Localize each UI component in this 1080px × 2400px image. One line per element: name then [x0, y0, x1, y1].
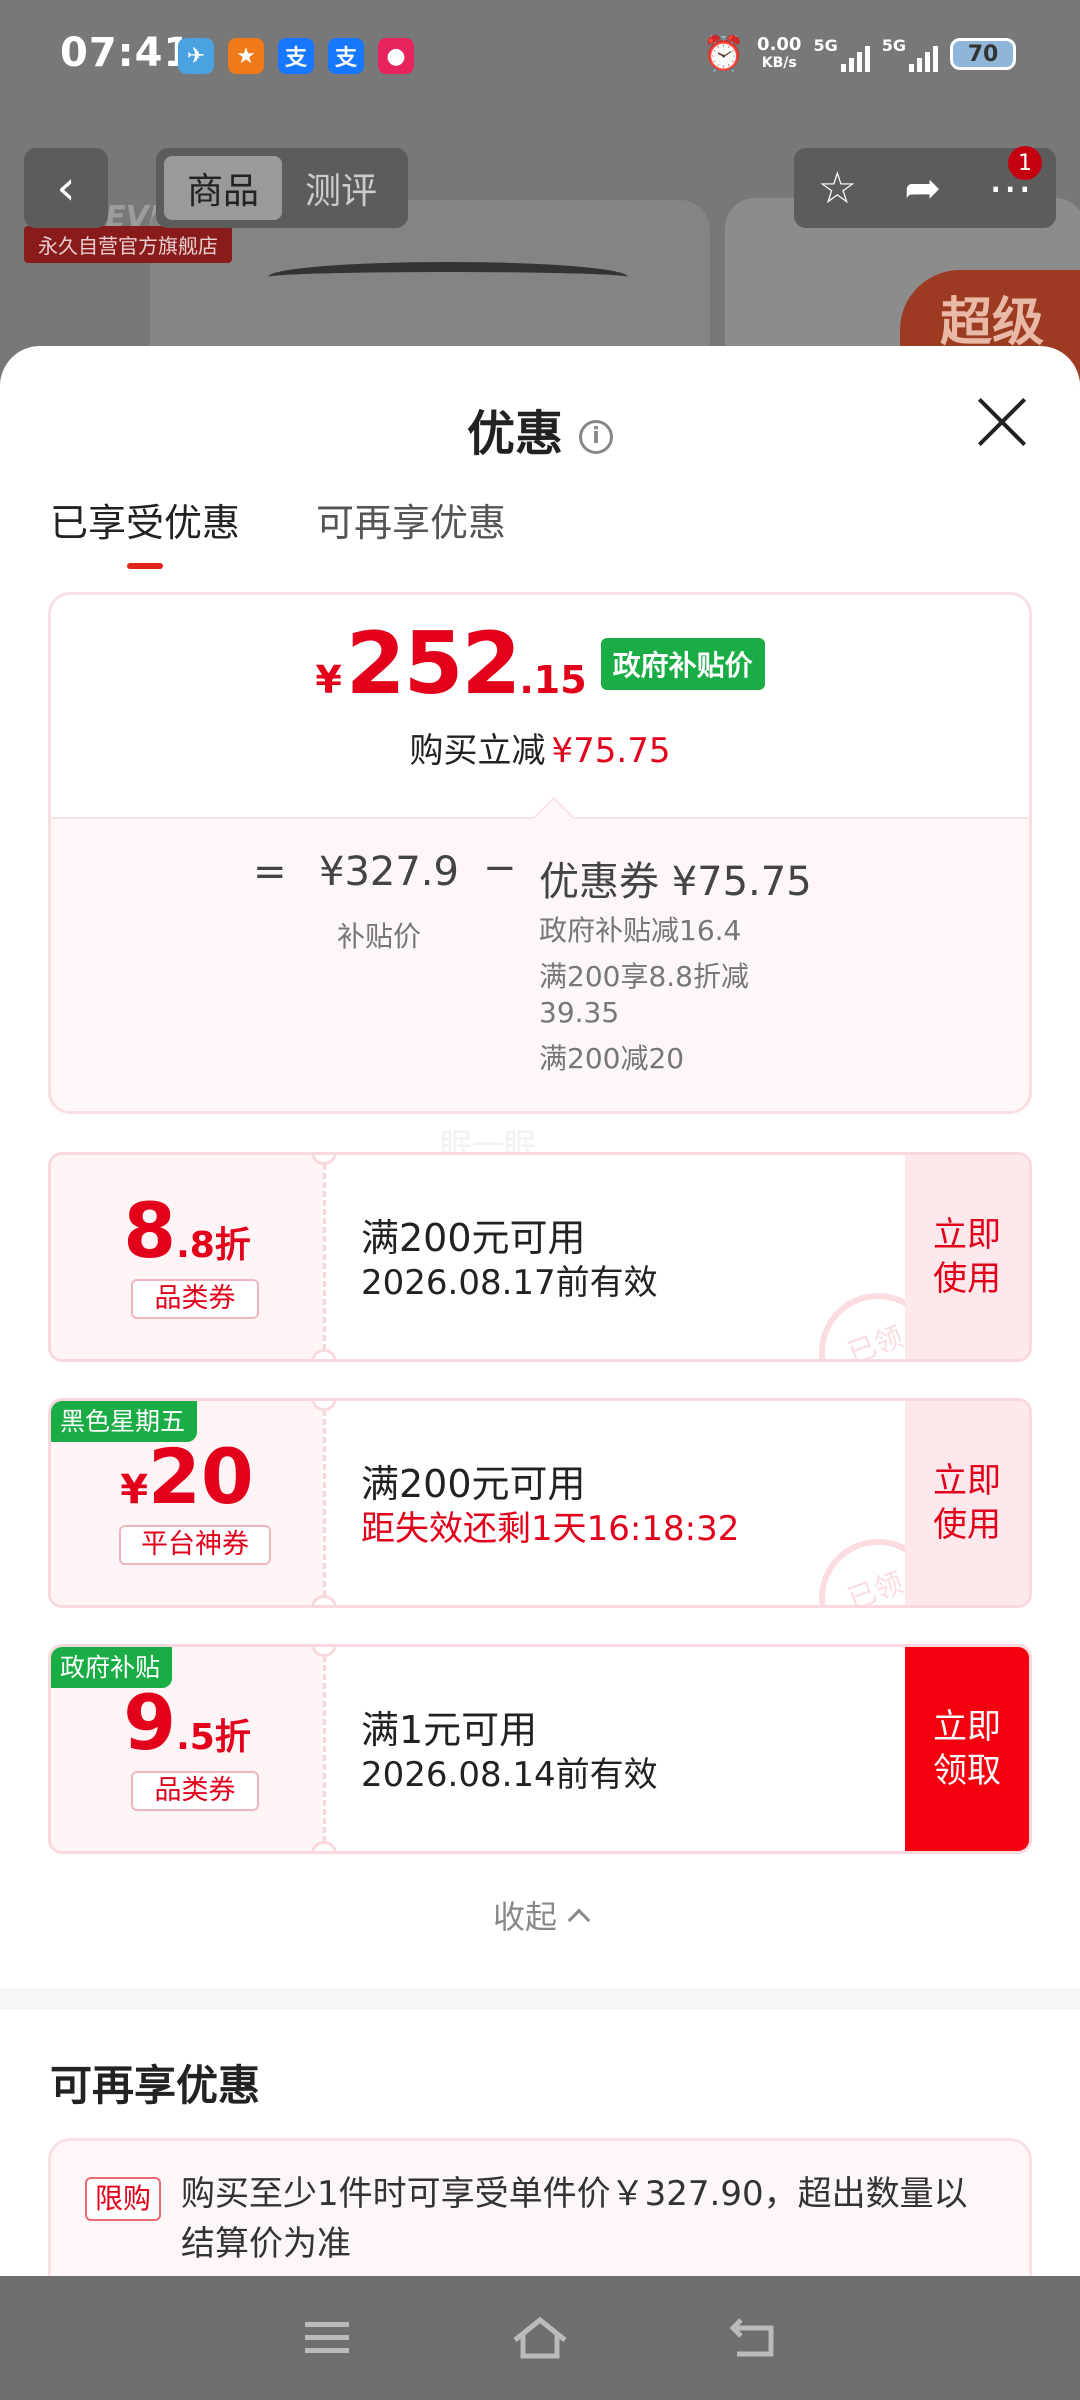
share-icon[interactable]: ➦: [904, 163, 941, 214]
store-tag: 永久自营官方旗舰店: [24, 226, 232, 263]
home-button[interactable]: [510, 2308, 570, 2368]
close-button[interactable]: [974, 394, 1030, 450]
tab-more-discounts[interactable]: 可再享优惠: [316, 492, 506, 565]
signal-icon: 5G: [813, 36, 870, 72]
bike-handlebar: [268, 262, 628, 292]
action-buttons: ☆ ➦ ⋯ 1: [794, 146, 1056, 228]
battery-icon: 70: [950, 38, 1016, 70]
use-now-button[interactable]: 立即使用: [905, 1401, 1029, 1605]
info-icon[interactable]: i: [579, 420, 613, 454]
sheet-header: 优惠 i: [0, 346, 1080, 496]
final-price: ¥ 252 .15 政府补贴价: [51, 595, 1029, 709]
telegram-icon: ✈: [178, 38, 214, 74]
back-nav-button[interactable]: [723, 2308, 783, 2368]
coupon-validity: 2026.08.14前有效: [361, 1755, 658, 1795]
collapse-button[interactable]: 收起: [0, 1892, 1080, 1938]
subsidy-price-badge: 政府补贴价: [600, 638, 765, 690]
base-price: ¥327.9: [319, 849, 459, 895]
limit-text: 购买至少1件时可享受单件价￥327.90，超出数量以结算价为准: [181, 2174, 968, 2264]
tab-enjoyed-discounts[interactable]: 已享受优惠: [50, 492, 240, 569]
detail-item: 满200减20: [539, 1042, 685, 1075]
sheet-title: 优惠 i: [0, 394, 1080, 464]
alipay-icon-2: 支: [328, 38, 364, 74]
status-indicators: ⏰ 0.00 KB/s 5G 5G 70: [703, 34, 1016, 74]
back-button[interactable]: ‹: [24, 148, 108, 228]
instant-discount: 购买立减 ¥75.75: [409, 731, 671, 771]
detail-item: 政府补贴减16.4: [539, 914, 742, 947]
menu-button[interactable]: [297, 2308, 357, 2368]
final-price-section: ¥ 252 .15 政府补贴价 购买立减 ¥75.75: [51, 595, 1029, 817]
back-icon: [729, 2318, 774, 2357]
cart-badge: 1: [1008, 146, 1042, 180]
coupon-countdown: 距失效还剩1天16:18:32: [361, 1509, 740, 1549]
claim-now-button[interactable]: 立即领取: [905, 1647, 1029, 1851]
purchase-limit-card: 限购 购买至少1件时可享受单件价￥327.90，超出数量以结算价为准: [48, 2138, 1032, 2276]
coupon-total: 优惠券 ¥75.75: [539, 859, 812, 905]
notification-icons: ✈ ★ 支 支 ●: [178, 38, 414, 74]
discount-tabs: 已享受优惠 可再享优惠: [50, 492, 506, 569]
coupon-amount: ¥20: [120, 1432, 254, 1521]
pinduoduo-icon: ●: [378, 38, 414, 74]
discount-sheet: 优惠 i 已享受优惠 可再享优惠 ¥ 252 .15 政府补贴价 购买立减 ¥75.…: [0, 346, 1080, 2276]
status-bar: 07:41 ✈ ★ 支 支 ● ⏰ 0.00 KB/s 5G 5G 70: [0, 0, 1080, 110]
more-discounts-title: 可再享优惠: [50, 2061, 261, 2110]
coupon-condition: 满1元可用: [361, 1708, 538, 1752]
coupon-card: 8.8折 品类券 满200元可用 2026.08.17前有效 已领 立即使用: [48, 1152, 1032, 1362]
coupon-type: 品类券: [131, 1771, 259, 1811]
coupon-amount: 8.8折: [123, 1186, 251, 1275]
system-navigation-bar: [0, 2276, 1080, 2400]
coupon-tag: 政府补贴: [51, 1647, 173, 1688]
tab-product[interactable]: 商品: [164, 156, 282, 220]
coupon-amount: 9.5折: [123, 1678, 251, 1767]
coupon-card: ¥20 平台神券 黑色星期五 满200元可用 距失效还剩1天16:18:32 已…: [48, 1398, 1032, 1608]
coupon-card: 9.5折 品类券 政府补贴 满1元可用 2026.08.14前有效 立即领取: [48, 1644, 1032, 1854]
price-formula-section: = ¥327.9 − 优惠券 ¥75.75 补贴价 政府补贴减16.4 满200…: [51, 796, 1029, 1111]
product-nav: ‹ 商品 测评 ☆ ➦ ⋯ 1: [0, 146, 1080, 228]
price-formula: = ¥327.9 − 优惠券 ¥75.75: [253, 845, 812, 905]
coupon-condition: 满200元可用: [361, 1216, 586, 1260]
coupon-condition: 满200元可用: [361, 1462, 586, 1506]
menu-icon: [304, 2322, 349, 2353]
coupon-type: 平台神券: [119, 1525, 271, 1565]
base-price-label: 补贴价: [337, 920, 422, 953]
coupon-type: 品类券: [131, 1279, 259, 1319]
use-now-button[interactable]: 立即使用: [905, 1155, 1029, 1359]
coupon-validity: 2026.08.17前有效: [361, 1263, 658, 1303]
home-icon: [513, 2316, 567, 2359]
coupon-tag: 黑色星期五: [51, 1401, 198, 1442]
status-time: 07:41: [60, 30, 193, 76]
alarm-icon: ⏰: [702, 34, 746, 74]
favorite-star-icon[interactable]: ☆: [818, 163, 857, 214]
limit-badge: 限购: [85, 2177, 161, 2221]
net-speed: 0.00 KB/s: [757, 34, 802, 72]
signal-icon-2: 5G: [882, 36, 938, 72]
app-notification-icon: ★: [228, 38, 264, 74]
price-breakdown-card: ¥ 252 .15 政府补贴价 购买立减 ¥75.75 = ¥327.9 − 优惠…: [48, 592, 1032, 1114]
alipay-icon: 支: [278, 38, 314, 74]
tab-review[interactable]: 测评: [282, 156, 400, 220]
product-tabs: 商品 测评: [156, 148, 408, 228]
coupon-details: 政府补贴减16.4 满200享8.8折减39.35 满200减20: [539, 913, 799, 1087]
detail-item: 满200享8.8折减39.35: [539, 960, 749, 1029]
chevron-up-icon: [567, 1908, 591, 1932]
